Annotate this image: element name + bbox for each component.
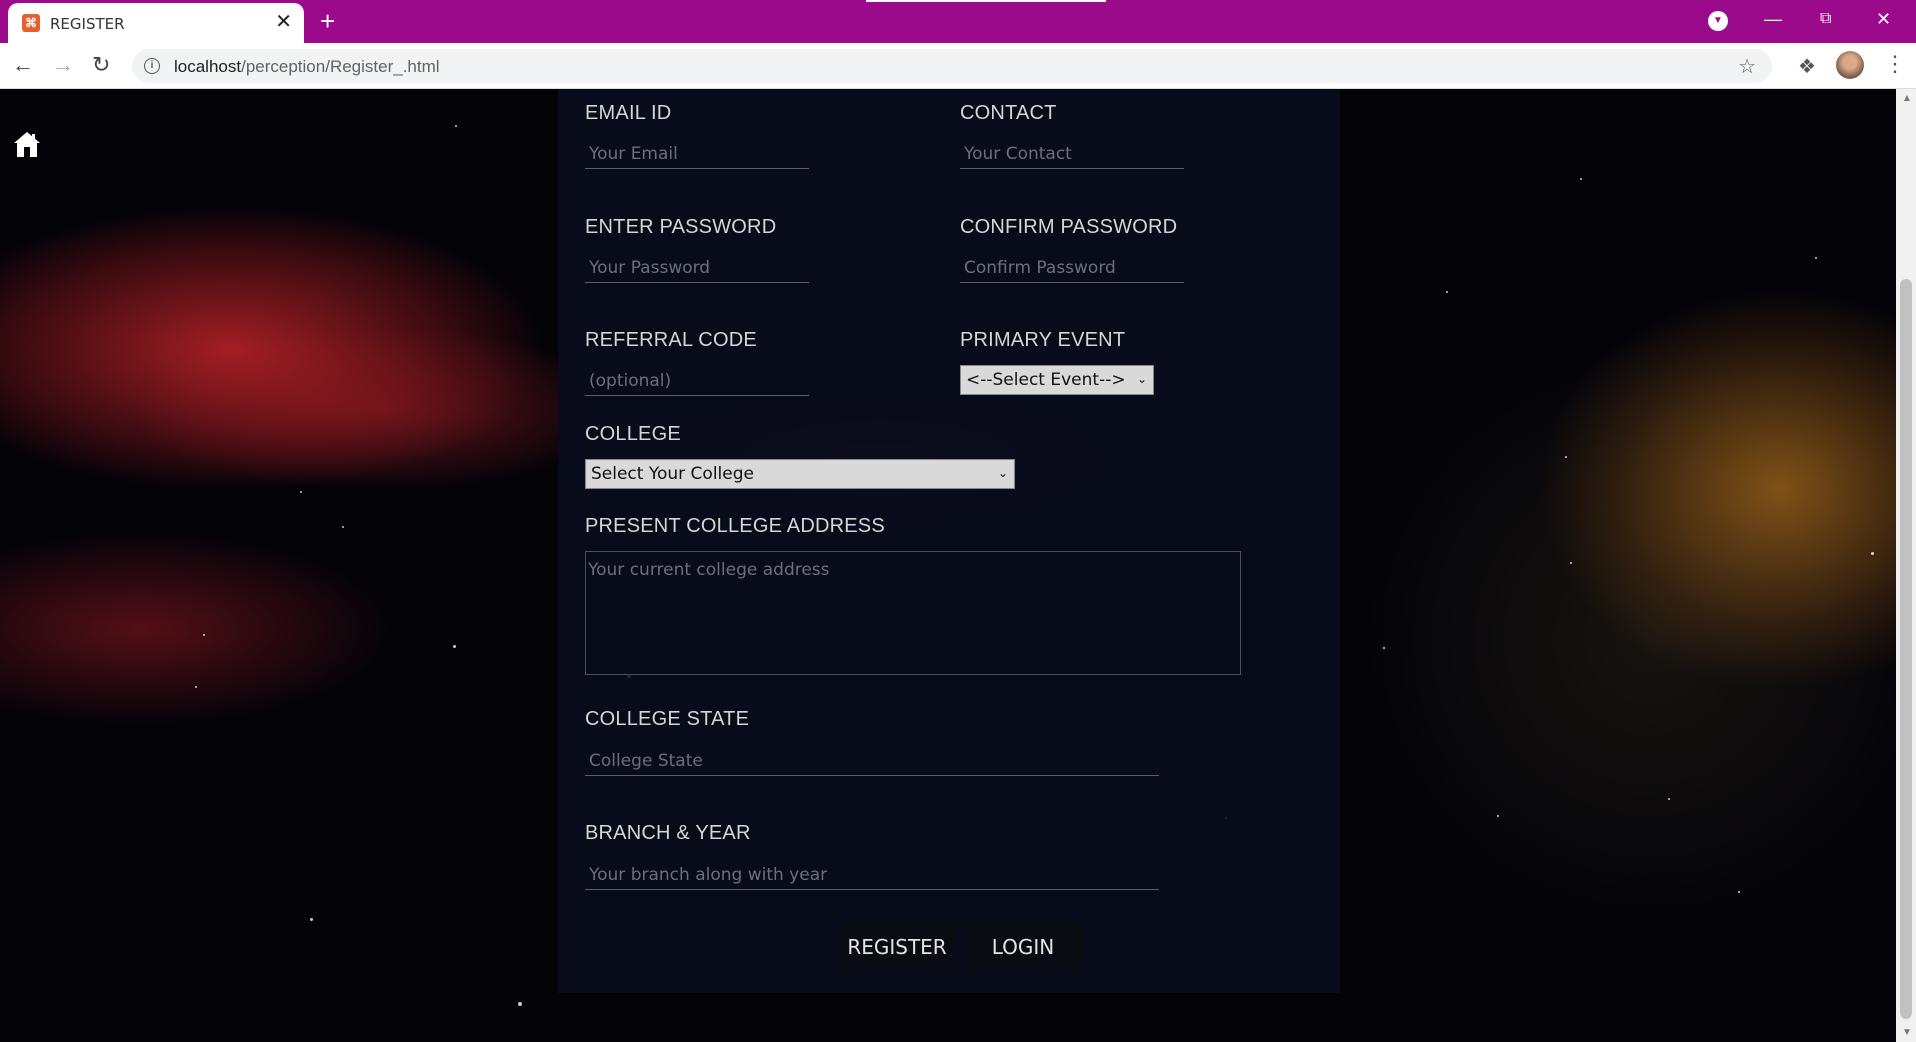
star-dot <box>1580 178 1582 180</box>
contact-field[interactable] <box>960 139 1184 169</box>
url-text: localhost/perception/Register_.html <box>174 57 440 76</box>
page-viewport: EMAIL ID CONTACT ENTER PASSWORD CONFIRM … <box>0 89 1896 1042</box>
star-dot <box>300 491 302 493</box>
college-label: COLLEGE <box>585 423 681 445</box>
minimize-button[interactable]: — <box>1764 6 1782 32</box>
password-field[interactable] <box>585 253 809 283</box>
tab-title: REGISTER <box>50 15 125 33</box>
referral-field[interactable] <box>585 366 809 396</box>
menu-icon[interactable]: ⋮ <box>1884 52 1906 76</box>
branch-year-label: BRANCH & YEAR <box>585 822 751 844</box>
star-dot <box>1738 891 1740 893</box>
tab-search-icon[interactable]: ▼ <box>1708 11 1728 31</box>
star-dot <box>453 645 456 648</box>
extensions-icon[interactable]: ❖ <box>1798 54 1816 79</box>
scroll-up-icon[interactable]: ▲ <box>1902 93 1912 104</box>
referral-label: REFERRAL CODE <box>585 329 757 351</box>
college-select[interactable]: Select Your College ⌄ <box>585 459 1015 489</box>
chevron-down-icon: ⌄ <box>1136 372 1147 386</box>
drag-indicator <box>866 0 1106 2</box>
star-dot <box>1871 552 1874 555</box>
back-icon[interactable]: ← <box>12 52 34 78</box>
star-dot <box>1497 815 1499 817</box>
star-dot <box>1570 562 1572 564</box>
forward-icon[interactable]: → <box>52 52 74 78</box>
confirm-password-label: CONFIRM PASSWORD <box>960 216 1178 238</box>
email-label: EMAIL ID <box>585 102 672 124</box>
college-state-field[interactable] <box>585 746 1159 776</box>
star-dot <box>1565 456 1567 458</box>
browser-titlebar: ⌘ REGISTER ✕ + ▼ — ⧉ ✕ <box>0 0 1916 43</box>
star-dot <box>195 686 197 688</box>
address-bar[interactable]: i localhost/perception/Register_.html ☆ <box>132 49 1772 83</box>
home-icon[interactable] <box>12 129 42 159</box>
page-scrollbar[interactable]: ▲ ▼ <box>1896 89 1916 1042</box>
college-address-label: PRESENT COLLEGE ADDRESS <box>585 515 885 537</box>
reload-icon[interactable]: ↻ <box>92 52 110 78</box>
register-button[interactable]: REGISTER <box>837 920 957 974</box>
info-icon[interactable]: i <box>144 58 160 74</box>
email-field[interactable] <box>585 139 809 169</box>
star-icon[interactable]: ☆ <box>1738 54 1756 79</box>
browser-toolbar: ← → ↻ i localhost/perception/Register_.h… <box>0 43 1916 89</box>
star-dot <box>1446 291 1448 293</box>
avatar[interactable] <box>1836 51 1864 79</box>
browser-tab[interactable]: ⌘ REGISTER ✕ <box>8 3 304 43</box>
college-address-field[interactable] <box>585 551 1241 675</box>
registration-panel: EMAIL ID CONTACT ENTER PASSWORD CONFIRM … <box>558 89 1340 993</box>
star-dot <box>1383 647 1385 649</box>
college-state-label: COLLEGE STATE <box>585 708 750 730</box>
login-button[interactable]: LOGIN <box>963 920 1083 974</box>
college-value: Select Your College <box>591 464 754 484</box>
scroll-thumb[interactable] <box>1900 279 1912 1019</box>
contact-label: CONTACT <box>960 102 1057 124</box>
new-tab-button[interactable]: + <box>320 7 335 35</box>
primary-event-select[interactable]: <--Select Event--> ⌄ <box>960 365 1154 395</box>
restore-button[interactable]: ⧉ <box>1820 6 1831 32</box>
favicon-icon: ⌘ <box>22 14 40 32</box>
branch-year-field[interactable] <box>585 860 1159 890</box>
confirm-password-field[interactable] <box>960 253 1184 283</box>
password-label: ENTER PASSWORD <box>585 216 777 238</box>
star-dot <box>518 1002 522 1006</box>
scroll-down-icon[interactable]: ▼ <box>1902 1027 1912 1038</box>
tab-close-icon[interactable]: ✕ <box>275 11 292 33</box>
close-window-button[interactable]: ✕ <box>1876 6 1891 32</box>
chevron-down-icon: ⌄ <box>997 466 1008 480</box>
star-dot <box>310 918 313 921</box>
primary-event-label: PRIMARY EVENT <box>960 329 1126 351</box>
primary-event-value: <--Select Event--> <box>966 370 1126 390</box>
star-dot <box>203 634 205 636</box>
star-dot <box>1815 257 1817 259</box>
star-dot <box>342 526 344 528</box>
star-dot <box>1668 798 1670 800</box>
star-dot <box>455 125 457 127</box>
